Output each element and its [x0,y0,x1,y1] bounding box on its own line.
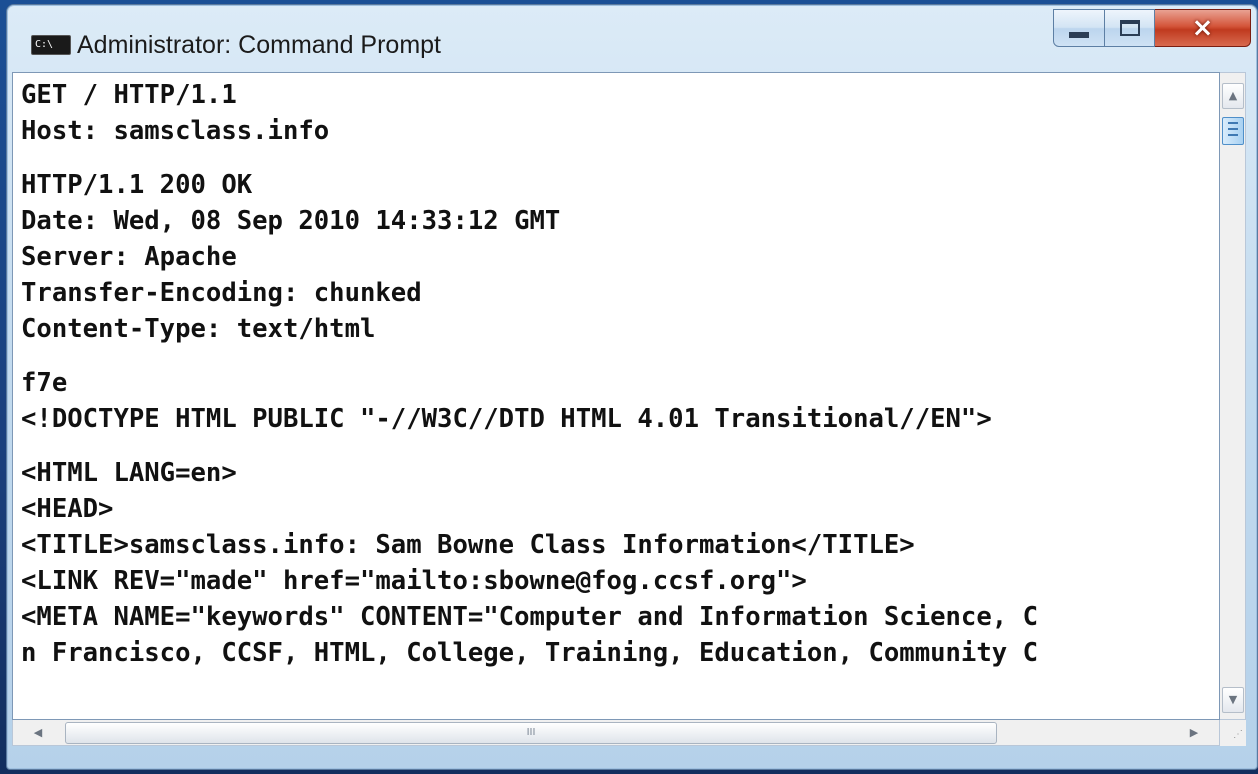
console-line: GET / HTTP/1.1 [21,80,237,110]
close-button[interactable]: × [1155,9,1251,47]
console-line: HTTP/1.1 200 OK [21,170,253,200]
console-line: Date: Wed, 08 Sep 2010 14:33:12 GMT [21,206,561,236]
console-line: <META NAME="keywords" CONTENT="Computer … [21,602,1038,632]
maximize-icon [1119,20,1140,36]
scroll-up-button[interactable]: ▲ [1222,83,1244,109]
horizontal-scroll-thumb[interactable]: III [65,722,997,744]
window-controls: × [1053,9,1251,51]
title-bar[interactable]: C:\ Administrator: Command Prompt × [7,5,1257,77]
console-line: <TITLE>samsclass.info: Sam Bowne Class I… [21,530,915,560]
close-icon: × [1191,13,1214,43]
minimize-button[interactable] [1053,9,1105,47]
minimize-icon [1069,32,1089,38]
resize-grip-icon[interactable]: ⋰ [1220,720,1246,746]
console-line: <HEAD> [21,494,114,524]
vertical-scrollbar[interactable]: ▲ ▼ [1220,72,1246,720]
command-prompt-icon[interactable]: C:\ [31,35,71,55]
scroll-right-button[interactable]: ▶ [1179,722,1209,744]
window-title: Administrator: Command Prompt [77,31,442,59]
console-line: <LINK REV="made" href="mailto:sbowne@fog… [21,566,807,596]
console-line: <!DOCTYPE HTML PUBLIC "-//W3C//DTD HTML … [21,404,992,434]
console-line: <HTML LANG=en> [21,458,237,488]
console-line: Server: Apache [21,242,237,272]
console-line: Transfer-Encoding: chunked [21,278,422,308]
console-line: n Francisco, CCSF, HTML, College, Traini… [21,638,1038,668]
maximize-button[interactable] [1105,9,1155,47]
horizontal-scrollbar[interactable]: ◀ III ▶ [12,720,1220,746]
console-line: Host: samsclass.info [21,116,330,146]
console-line: f7e [21,368,68,398]
scroll-left-button[interactable]: ◀ [23,722,53,744]
vertical-scroll-thumb[interactable] [1222,117,1244,145]
scroll-down-button[interactable]: ▼ [1222,687,1244,713]
console-output[interactable]: GET / HTTP/1.1 Host: samsclass.info HTTP/1… [12,72,1220,720]
console-line: Content-Type: text/html [21,314,376,344]
console-text: GET / HTTP/1.1 Host: samsclass.info HTTP/1… [21,77,1219,671]
